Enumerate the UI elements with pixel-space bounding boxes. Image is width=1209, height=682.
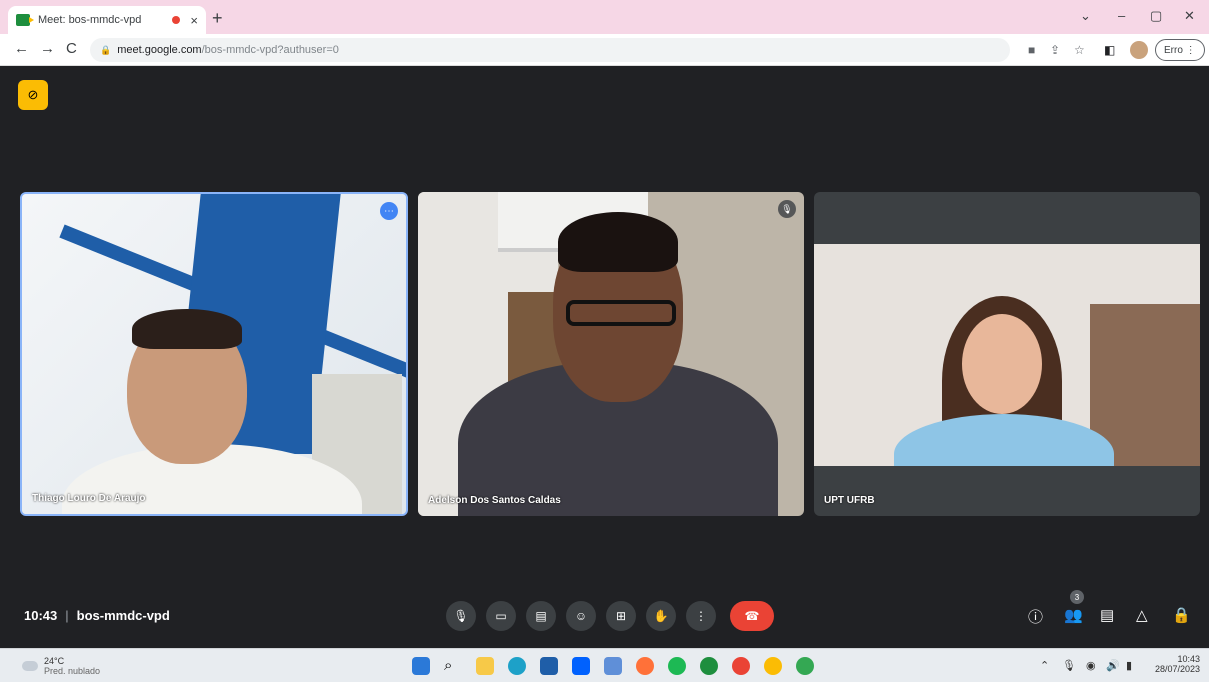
participant-video <box>132 309 242 349</box>
host-controls-icon[interactable]: 🔒 <box>1172 606 1191 624</box>
participant-video <box>814 244 1200 466</box>
minimize-button[interactable]: – <box>1118 8 1125 23</box>
camera-indicator-icon[interactable]: ■ <box>1028 43 1035 57</box>
present-button[interactable]: ⊞ <box>606 601 636 631</box>
participant-video <box>894 414 1114 466</box>
participant-video <box>566 300 676 326</box>
more-options-icon[interactable]: ⋯ <box>380 202 398 220</box>
system-clock[interactable]: 10:43 28/07/2023 <box>1150 654 1200 674</box>
share-icon[interactable]: ⇪ <box>1050 43 1060 57</box>
app-icon[interactable] <box>604 657 622 675</box>
sidebar-icon[interactable]: ◧ <box>1104 43 1115 57</box>
file-explorer-icon[interactable] <box>476 657 494 675</box>
chrome-icon[interactable] <box>764 657 782 675</box>
firefox-icon[interactable] <box>636 657 654 675</box>
participant-video <box>962 314 1042 414</box>
tab-search-icon[interactable]: ⌄ <box>1080 8 1091 24</box>
address-bar[interactable]: 🔒 meet.google.com /bos-mmdc-vpd?authuser… <box>90 38 1010 62</box>
weather-condition: Pred. nublado <box>44 666 101 676</box>
store-icon[interactable] <box>540 657 558 675</box>
lock-icon: 🔒 <box>100 44 112 55</box>
captions-button[interactable]: ▤ <box>526 601 556 631</box>
meet-stage: ⊘ ⋯ Thiago Louro De Araujo 🎙 Adelson Dos… <box>0 66 1209 648</box>
recording-dot-icon <box>172 16 181 24</box>
emoji-button[interactable]: ☺ <box>566 601 596 631</box>
camera-off-icon[interactable]: ⊘ <box>18 80 48 110</box>
info-icon[interactable]: ⓘ <box>1028 606 1043 627</box>
chrome-icon[interactable] <box>796 657 814 675</box>
windows-taskbar: 24°C Pred. nublado ⌕ ⌃ 🎙 ◉ 🔊 ▮ 10:43 28/… <box>0 648 1209 682</box>
whatsapp-icon[interactable] <box>700 657 718 675</box>
wifi-icon[interactable]: ◉ <box>1086 659 1096 672</box>
battery-icon[interactable]: ▮ <box>1126 659 1132 672</box>
participant-name: Adelson Dos Santos Caldas <box>428 495 561 506</box>
windows-start-icon[interactable] <box>412 657 430 675</box>
clock-time: 10:43 <box>1177 654 1200 664</box>
error-button[interactable]: Erro ⋮ <box>1155 39 1205 61</box>
participant-count-badge: 3 <box>1070 590 1084 604</box>
edge-icon[interactable] <box>508 657 526 675</box>
divider: | <box>65 608 69 623</box>
temperature: 24°C <box>44 656 65 666</box>
tab-close-button[interactable]: × <box>190 13 198 28</box>
activities-icon[interactable]: △ <box>1136 606 1148 624</box>
tab-title: Meet: bos-mmdc-vpd <box>38 14 142 26</box>
forward-icon[interactable]: → <box>40 40 55 57</box>
volume-icon[interactable]: 🔊 <box>1106 659 1120 672</box>
participant-tile[interactable]: UPT UFRB <box>814 192 1200 516</box>
close-window-button[interactable]: ✕ <box>1184 8 1195 24</box>
dropbox-icon[interactable] <box>572 657 590 675</box>
maximize-button[interactable]: ▢ <box>1150 8 1162 24</box>
participant-tile[interactable]: 🎙 Adelson Dos Santos Caldas <box>418 192 804 516</box>
chrome-icon[interactable] <box>732 657 750 675</box>
raise-hand-button[interactable]: ✋ <box>646 601 676 631</box>
spotify-icon[interactable] <box>668 657 686 675</box>
participant-name: Thiago Louro De Araujo <box>32 493 146 504</box>
url-host: meet.google.com <box>117 44 202 56</box>
browser-tab[interactable]: Meet: bos-mmdc-vpd × <box>8 6 206 34</box>
chat-icon[interactable]: ▤ <box>1100 606 1114 624</box>
profile-avatar[interactable] <box>1130 41 1148 59</box>
meeting-info: 10:43 | bos-mmdc-vpd <box>24 608 170 623</box>
participant-name: UPT UFRB <box>824 495 875 506</box>
microphone-icon[interactable]: 🎙 <box>1062 659 1076 672</box>
meeting-code: bos-mmdc-vpd <box>76 608 170 623</box>
back-icon[interactable]: ← <box>14 40 29 57</box>
more-options-button[interactable]: ⋮ <box>686 601 716 631</box>
meeting-time: 10:43 <box>24 608 58 623</box>
muted-mic-icon: 🎙 <box>778 200 796 218</box>
cloud-icon <box>22 661 38 671</box>
meet-favicon-icon <box>16 14 34 26</box>
reload-icon[interactable]: C <box>66 40 77 57</box>
browser-toolbar: ← → C 🔒 meet.google.com /bos-mmdc-vpd?au… <box>0 34 1209 66</box>
end-call-button[interactable]: ☎ <box>730 601 774 631</box>
participant-video <box>558 212 678 272</box>
chevron-up-icon[interactable]: ⌃ <box>1040 659 1049 672</box>
clock-date: 28/07/2023 <box>1154 664 1200 674</box>
people-icon[interactable]: 👥 <box>1064 606 1083 624</box>
browser-tab-strip: Meet: bos-mmdc-vpd × + ⌄ – ▢ ✕ <box>0 0 1209 34</box>
bookmark-star-icon[interactable]: ☆ <box>1074 43 1085 57</box>
weather-widget[interactable]: 24°C Pred. nublado <box>22 656 100 676</box>
camera-button[interactable]: ▭ <box>486 601 516 631</box>
mic-button[interactable]: 🎙 <box>446 601 476 631</box>
url-path: /bos-mmdc-vpd?authuser=0 <box>201 44 339 56</box>
search-icon[interactable]: ⌕ <box>444 657 462 675</box>
participant-tile[interactable]: ⋯ Thiago Louro De Araujo <box>20 192 408 516</box>
new-tab-button[interactable]: + <box>212 8 223 29</box>
